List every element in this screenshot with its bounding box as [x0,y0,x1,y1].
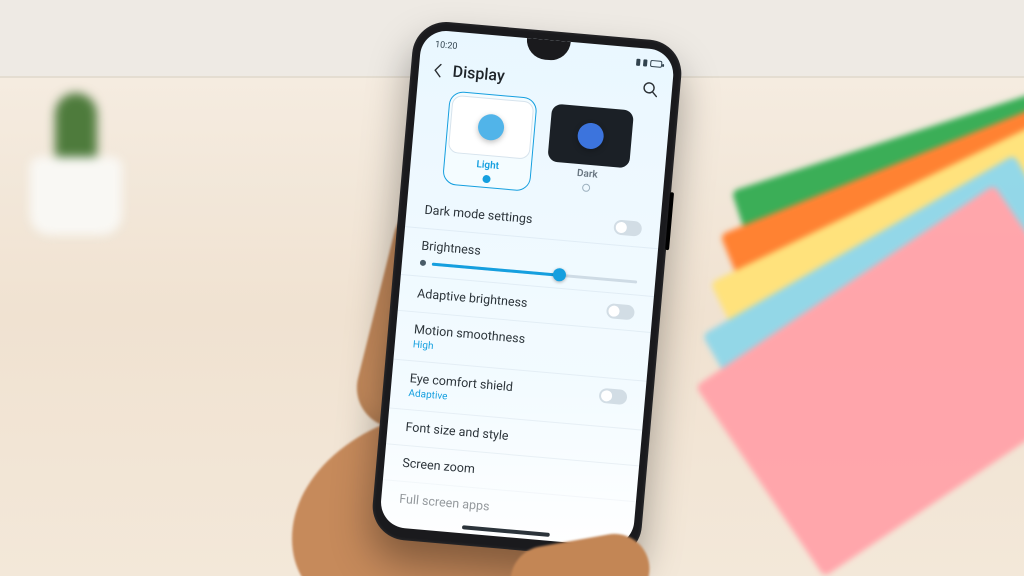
slider-thumb[interactable] [552,268,566,282]
slider-fill [432,262,559,276]
label-adaptive-brightness: Adaptive brightness [417,286,528,311]
toggle-eye-comfort[interactable] [598,388,627,405]
smartphone: 10:20 Display [370,19,684,561]
theme-option-light[interactable]: Light [442,91,538,192]
toggle-adaptive-brightness[interactable] [606,303,635,320]
toggle-dark-mode-settings[interactable] [613,219,642,236]
label-dark-mode-settings: Dark mode settings [424,203,533,227]
theme-preview-dark [547,103,634,168]
theme-preview-light [448,95,535,160]
phone-screen: 10:20 Display [379,29,676,548]
brightness-low-icon [420,260,427,267]
label-full-screen-apps: Full screen apps [399,492,617,526]
wifi-icon [643,59,648,66]
back-button[interactable] [428,60,448,80]
settings-list: Dark mode settings Brightness [380,187,662,537]
theme-label-dark: Dark [576,168,598,181]
theme-label-light: Light [476,159,500,172]
potted-plant [5,95,145,235]
photo-scene: 10:20 Display [0,0,1024,576]
chevron-left-icon [432,62,443,77]
radio-selected-icon [482,175,491,184]
search-icon[interactable] [641,80,658,97]
status-time: 10:20 [435,40,458,52]
radio-unselected-icon [582,183,591,192]
status-indicators [636,59,663,68]
battery-icon [650,60,663,68]
theme-option-dark[interactable]: Dark [542,99,638,200]
signal-icon [636,59,641,66]
